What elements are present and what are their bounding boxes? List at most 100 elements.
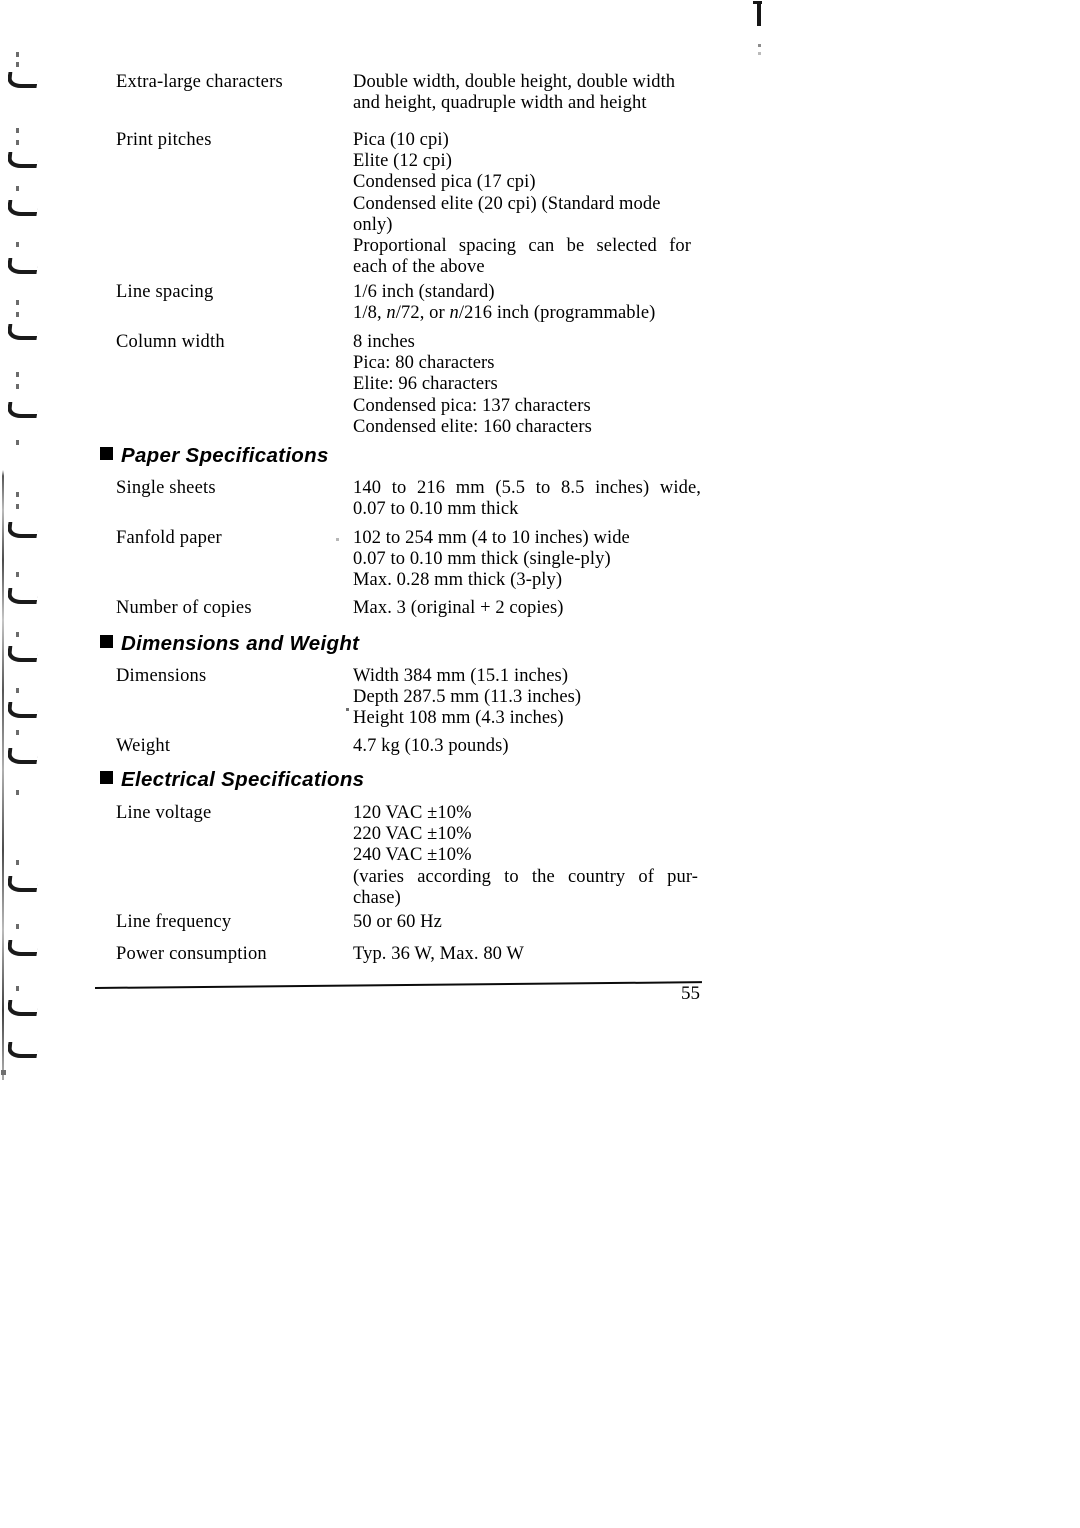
spec-value-extra-large-characters: Double width, double height, double widt… xyxy=(353,72,691,114)
spec-value-number-of-copies: Max. 3 (original + 2 copies) xyxy=(353,598,691,619)
footer-rule-bar xyxy=(94,981,702,990)
spec-value-line-frequency: 50 or 60 Hz xyxy=(353,912,691,933)
spec-value-weight: 4.7 kg (10.3 pounds) xyxy=(353,736,691,757)
scan-speck xyxy=(16,440,19,445)
scan-speck xyxy=(16,860,19,865)
spec-value-print-pitches: Pica (10 cpi) Elite (12 cpi) Condensed p… xyxy=(353,130,691,278)
spec-value-single-sheets: 140 to 216 mm (5.5 to 8.5 inches) wide, … xyxy=(353,478,701,520)
binder-hole-mark xyxy=(8,402,42,418)
binder-hole-mark xyxy=(8,200,42,216)
spec-value-line: Condensed elite: 160 characters xyxy=(353,416,592,437)
spec-value-line: Condensed pica: 137 characters xyxy=(353,395,591,416)
binder-hole-mark xyxy=(8,324,42,340)
spec-label-print-pitches: Print pitches xyxy=(116,130,212,150)
scan-speck xyxy=(16,504,19,509)
scan-speck xyxy=(16,986,19,991)
spec-value-line: Width 384 mm (15.1 inches) xyxy=(353,666,569,686)
spec-value-line: Condensed pica (17 cpi) xyxy=(353,172,536,193)
binder-hole-mark xyxy=(8,940,42,956)
scan-speck xyxy=(16,52,19,57)
spec-label-extra-large-characters: Extra-large characters xyxy=(116,72,283,92)
scan-speck xyxy=(1,1070,6,1075)
variable-n: n xyxy=(386,303,396,324)
spec-label-power-consumption: Power consumption xyxy=(116,944,267,964)
spec-value-line: 4.7 kg (10.3 pounds) xyxy=(353,736,509,756)
binder-hole-mark xyxy=(8,152,42,168)
spec-value-line: and height, quadruple width and height xyxy=(353,93,647,114)
section-heading-label: Paper Specifications xyxy=(121,444,329,467)
spec-label-column-width: Column width xyxy=(116,332,225,352)
spec-value-text: /72, or xyxy=(395,303,450,324)
spec-value-line: 140 to 216 mm (5.5 to 8.5 inches) wide, xyxy=(353,478,701,498)
page-number: 55 xyxy=(681,983,700,1004)
square-bullet-icon xyxy=(100,447,113,460)
spec-value-line: 50 or 60 Hz xyxy=(353,912,442,932)
spec-value-line: 102 to 254 mm (4 to 10 inches) wide xyxy=(353,528,630,548)
spec-label-line-spacing: Line spacing xyxy=(116,282,214,302)
binder-hole-mark xyxy=(8,72,42,88)
scan-speck xyxy=(16,242,19,247)
square-bullet-icon xyxy=(100,635,113,648)
scan-speck xyxy=(16,492,19,497)
spec-value-line: Max. 0.28 mm thick (3-ply) xyxy=(353,570,563,591)
scan-speck xyxy=(16,730,19,735)
scan-speck xyxy=(16,790,19,795)
spec-value-line: Pica: 80 characters xyxy=(353,353,495,374)
section-heading-label: Dimensions and Weight xyxy=(121,632,360,655)
spec-value-line-spacing: 1/6 inch (standard) 1/8, n/72, or n/216 … xyxy=(353,282,701,324)
footer-divider-rule xyxy=(94,981,702,992)
spec-label-fanfold-paper: Fanfold paper xyxy=(116,528,222,548)
section-heading-dimensions-and-weight: Dimensions and Weight xyxy=(100,633,359,655)
spec-label-dimensions: Dimensions xyxy=(116,666,207,686)
spec-value-line: 0.07 to 0.10 mm thick (single-ply) xyxy=(353,549,611,570)
scan-speck xyxy=(16,62,19,67)
scan-speck xyxy=(16,572,19,577)
scan-speck xyxy=(16,688,19,693)
spec-value-dimensions: Width 384 mm (15.1 inches) Depth 287.5 m… xyxy=(353,666,691,730)
spec-label-single-sheets: Single sheets xyxy=(116,478,216,498)
spec-value-line: 240 VAC ±10% xyxy=(353,845,472,866)
spec-value-line: 120 VAC ±10% xyxy=(353,803,472,823)
spec-label-line-voltage: Line voltage xyxy=(116,803,212,823)
scan-speck xyxy=(16,372,19,377)
spec-value-line: Typ. 36 W, Max. 80 W xyxy=(353,944,524,964)
spec-value-line: 1/6 inch (standard) xyxy=(353,282,495,302)
scan-mark-top-right xyxy=(753,1,762,26)
scan-speck xyxy=(16,924,19,929)
scan-speck xyxy=(16,312,19,317)
spec-value-column-width: 8 inches Pica: 80 characters Elite: 96 c… xyxy=(353,332,691,438)
spec-value-text: 1/8, xyxy=(353,303,387,324)
spec-value-power-consumption: Typ. 36 W, Max. 80 W xyxy=(353,944,691,965)
binder-hole-mark xyxy=(8,876,42,892)
spec-value-line: Depth 287.5 mm (11.3 inches) xyxy=(353,687,582,708)
spec-value-line-voltage: 120 VAC ±10% 220 VAC ±10% 240 VAC ±10% (… xyxy=(353,803,698,909)
spec-value-line: Elite: 96 characters xyxy=(353,374,498,395)
spec-label-weight: Weight xyxy=(116,736,171,756)
scan-speck xyxy=(16,632,19,637)
spec-value-line: Height 108 mm (4.3 inches) xyxy=(353,708,564,729)
spec-label-line-frequency: Line frequency xyxy=(116,912,232,932)
spec-value-line: chase) xyxy=(353,887,401,908)
spec-value-line: only) xyxy=(353,214,393,235)
spec-value-text: /216 inch (programmable) xyxy=(458,303,656,324)
variable-n: n xyxy=(449,303,459,324)
scan-edge-line-artifact xyxy=(2,470,4,1080)
scan-speck xyxy=(16,128,19,133)
scan-speck xyxy=(346,708,349,711)
spec-value-line: Elite (12 cpi) xyxy=(353,151,453,172)
scanned-page: Extra-large characters Double width, dou… xyxy=(0,0,1080,1528)
square-bullet-icon xyxy=(100,771,113,784)
scan-speck xyxy=(16,300,19,305)
binder-hole-mark xyxy=(8,748,42,764)
spec-label-number-of-copies: Number of copies xyxy=(116,598,252,618)
section-heading-paper-specifications: Paper Specifications xyxy=(100,445,329,467)
binder-hole-mark xyxy=(8,646,42,662)
spec-value-line: 1/8, n/72, or n/216 inch (programmable) xyxy=(353,303,701,324)
spec-value-line: each of the above xyxy=(353,257,485,278)
binder-hole-mark xyxy=(8,1042,42,1058)
section-heading-electrical-specifications: Electrical Specifications xyxy=(100,769,364,791)
binder-hole-mark xyxy=(8,522,42,538)
spec-value-line: Double width, double height, double widt… xyxy=(353,72,676,92)
scan-speck xyxy=(758,52,761,55)
scan-speck xyxy=(16,384,19,389)
